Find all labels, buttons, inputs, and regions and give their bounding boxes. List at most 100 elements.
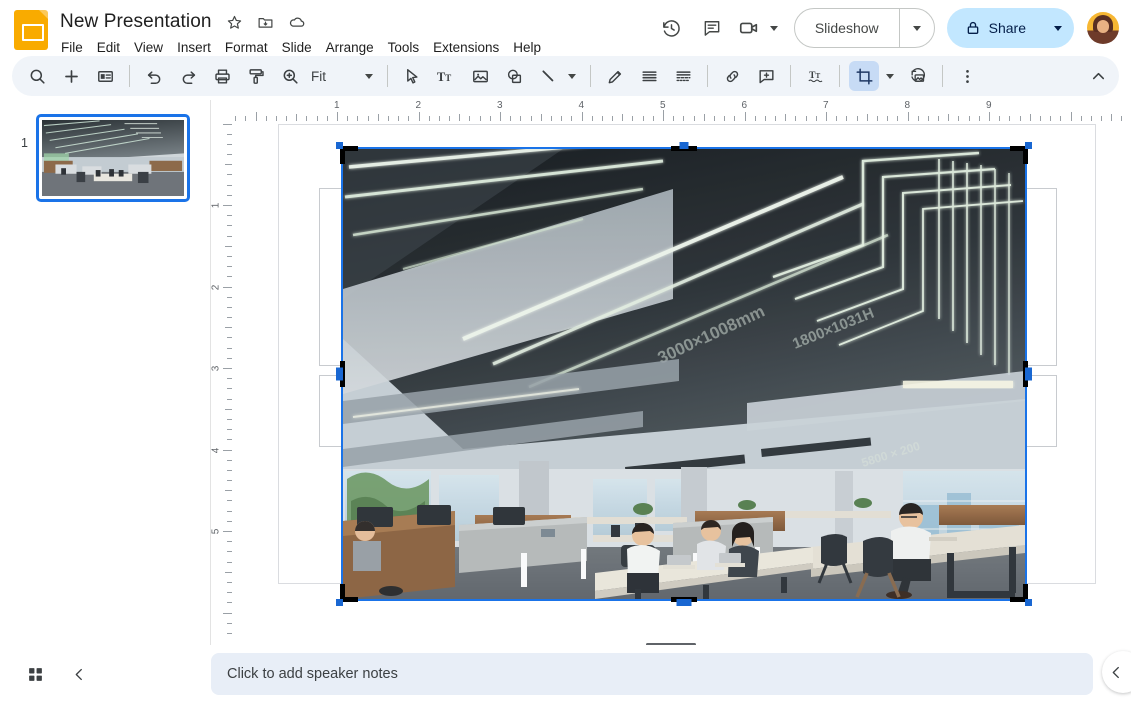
ruler-guide-marker: [663, 110, 664, 121]
lock-icon: [965, 20, 981, 36]
zoom-dropdown-caret[interactable]: [360, 62, 378, 90]
menu-extensions[interactable]: Extensions: [426, 38, 506, 57]
pen-icon[interactable]: [600, 61, 630, 91]
menu-arrange[interactable]: Arrange: [319, 38, 381, 57]
ruler-tick: [866, 114, 868, 121]
transition-icon[interactable]: [668, 61, 698, 91]
more-options-icon[interactable]: [952, 61, 982, 91]
crop-handle-top-left[interactable]: [336, 142, 358, 164]
crop-handle-left-middle[interactable]: [336, 361, 345, 387]
ruler-tick: [225, 571, 232, 573]
share-dropdown-caret[interactable]: [1042, 8, 1074, 48]
cloud-saved-icon[interactable]: [287, 12, 307, 32]
ruler-tick: [223, 531, 232, 532]
ruler-tick: [989, 112, 990, 121]
text-box-icon[interactable]: T T: [431, 61, 461, 91]
zoom-level-value[interactable]: Fit: [307, 69, 332, 84]
menu-view[interactable]: View: [127, 38, 170, 57]
reset-image-icon[interactable]: [903, 61, 933, 91]
line-dropdown-caret[interactable]: [563, 62, 581, 90]
menu-edit[interactable]: Edit: [90, 38, 127, 57]
star-icon[interactable]: [225, 12, 245, 32]
toolbar-divider: [790, 65, 791, 87]
ruler-tick: [225, 164, 232, 166]
menu-insert[interactable]: Insert: [170, 38, 218, 57]
ruler-label: 3: [211, 365, 222, 372]
toolbar-wrapper: Fit T T T T: [0, 56, 1131, 100]
crop-dropdown-caret[interactable]: [881, 62, 899, 90]
main-toolbar: Fit T T T T: [12, 56, 1119, 96]
speaker-notes-input[interactable]: Click to add speaker notes: [211, 653, 1093, 695]
ruler-label: 4: [211, 447, 222, 453]
print-icon[interactable]: [207, 61, 237, 91]
chevron-left-icon[interactable]: [68, 663, 90, 685]
ruler-label: 5: [211, 528, 222, 535]
ruler-tick: [255, 112, 257, 121]
ruler-tick: [223, 286, 232, 288]
layout-icon[interactable]: [90, 61, 120, 91]
ruler-label: 7: [823, 100, 829, 111]
ruler-tick: [377, 114, 379, 121]
crop-handle-bottom-left[interactable]: [336, 584, 358, 606]
title-row: New Presentation: [60, 8, 548, 36]
share-button[interactable]: Share: [947, 8, 1042, 48]
ruler-label: 2: [211, 284, 222, 290]
vertical-ruler[interactable]: 1 2 3 4 5: [211, 121, 232, 703]
grid-view-icon[interactable]: [24, 663, 46, 685]
search-icon[interactable]: [22, 61, 52, 91]
ruler-tick: [225, 327, 232, 329]
notes-collapse-button[interactable]: [1102, 651, 1131, 693]
ruler-label: 6: [741, 100, 748, 111]
slideshow-dropdown-caret[interactable]: [900, 9, 934, 47]
text-format-icon[interactable]: T T: [800, 61, 830, 91]
crop-image-icon[interactable]: [849, 61, 879, 91]
crop-handle-bottom-center[interactable]: [671, 597, 697, 606]
horizontal-ruler[interactable]: 123456789: [232, 100, 1131, 121]
version-history-icon[interactable]: [654, 10, 690, 46]
insert-link-icon[interactable]: [717, 61, 747, 91]
meet-dropdown-caret[interactable]: [764, 10, 784, 46]
menu-tools[interactable]: Tools: [381, 38, 427, 57]
filmstrip-row: 1: [0, 100, 210, 202]
insert-image-icon[interactable]: [465, 61, 495, 91]
select-cursor-icon[interactable]: [397, 61, 427, 91]
ruler-label: 1: [211, 202, 222, 209]
selected-image[interactable]: 3000×1008mm 1800×1031H 5800 × 200: [341, 147, 1027, 601]
avatar[interactable]: [1087, 12, 1119, 44]
crop-handle-top-center[interactable]: [671, 142, 697, 151]
ruler-tick: [459, 114, 461, 121]
menu-slide[interactable]: Slide: [275, 38, 319, 57]
title-and-menus: New Presentation File Edit View Insert F…: [60, 8, 548, 57]
slide-thumbnail-1[interactable]: [36, 114, 190, 202]
menu-format[interactable]: Format: [218, 38, 275, 57]
undo-icon[interactable]: [139, 61, 169, 91]
crop-handle-bottom-right[interactable]: [1010, 584, 1032, 606]
slideshow-button-group: Slideshow: [793, 8, 935, 48]
add-comment-icon[interactable]: [751, 61, 781, 91]
ruler-tick: [744, 112, 746, 121]
crop-handle-top-right[interactable]: [1010, 142, 1032, 164]
crop-handle-right-middle[interactable]: [1023, 361, 1032, 387]
meet-camera-icon[interactable]: [734, 10, 764, 46]
toolbar-divider: [942, 65, 943, 87]
new-slide-icon[interactable]: [56, 61, 86, 91]
menu-help[interactable]: Help: [506, 38, 548, 57]
toolbar-divider: [839, 65, 840, 87]
slideshow-button[interactable]: Slideshow: [795, 9, 899, 47]
line-icon[interactable]: [533, 61, 563, 91]
redo-icon[interactable]: [173, 61, 203, 91]
shape-icon[interactable]: [499, 61, 529, 91]
slides-logo-icon[interactable]: [14, 10, 48, 50]
background-icon[interactable]: [634, 61, 664, 91]
menu-file[interactable]: File: [54, 38, 90, 57]
page-title[interactable]: New Presentation: [60, 11, 214, 33]
chevron-up-icon[interactable]: [1083, 61, 1113, 91]
canvas-area: 123456789 12345 3000×1008mm 1800×1031H 5…: [211, 100, 1131, 703]
move-to-folder-icon[interactable]: [256, 12, 276, 32]
comment-icon[interactable]: [694, 10, 730, 46]
slide-stage: 3000×1008mm 1800×1031H 5800 × 200: [232, 121, 1131, 703]
paint-format-icon[interactable]: [241, 61, 271, 91]
ruler-label: 8: [904, 100, 911, 111]
toolbar-divider: [707, 65, 708, 87]
zoom-icon[interactable]: [275, 61, 305, 91]
